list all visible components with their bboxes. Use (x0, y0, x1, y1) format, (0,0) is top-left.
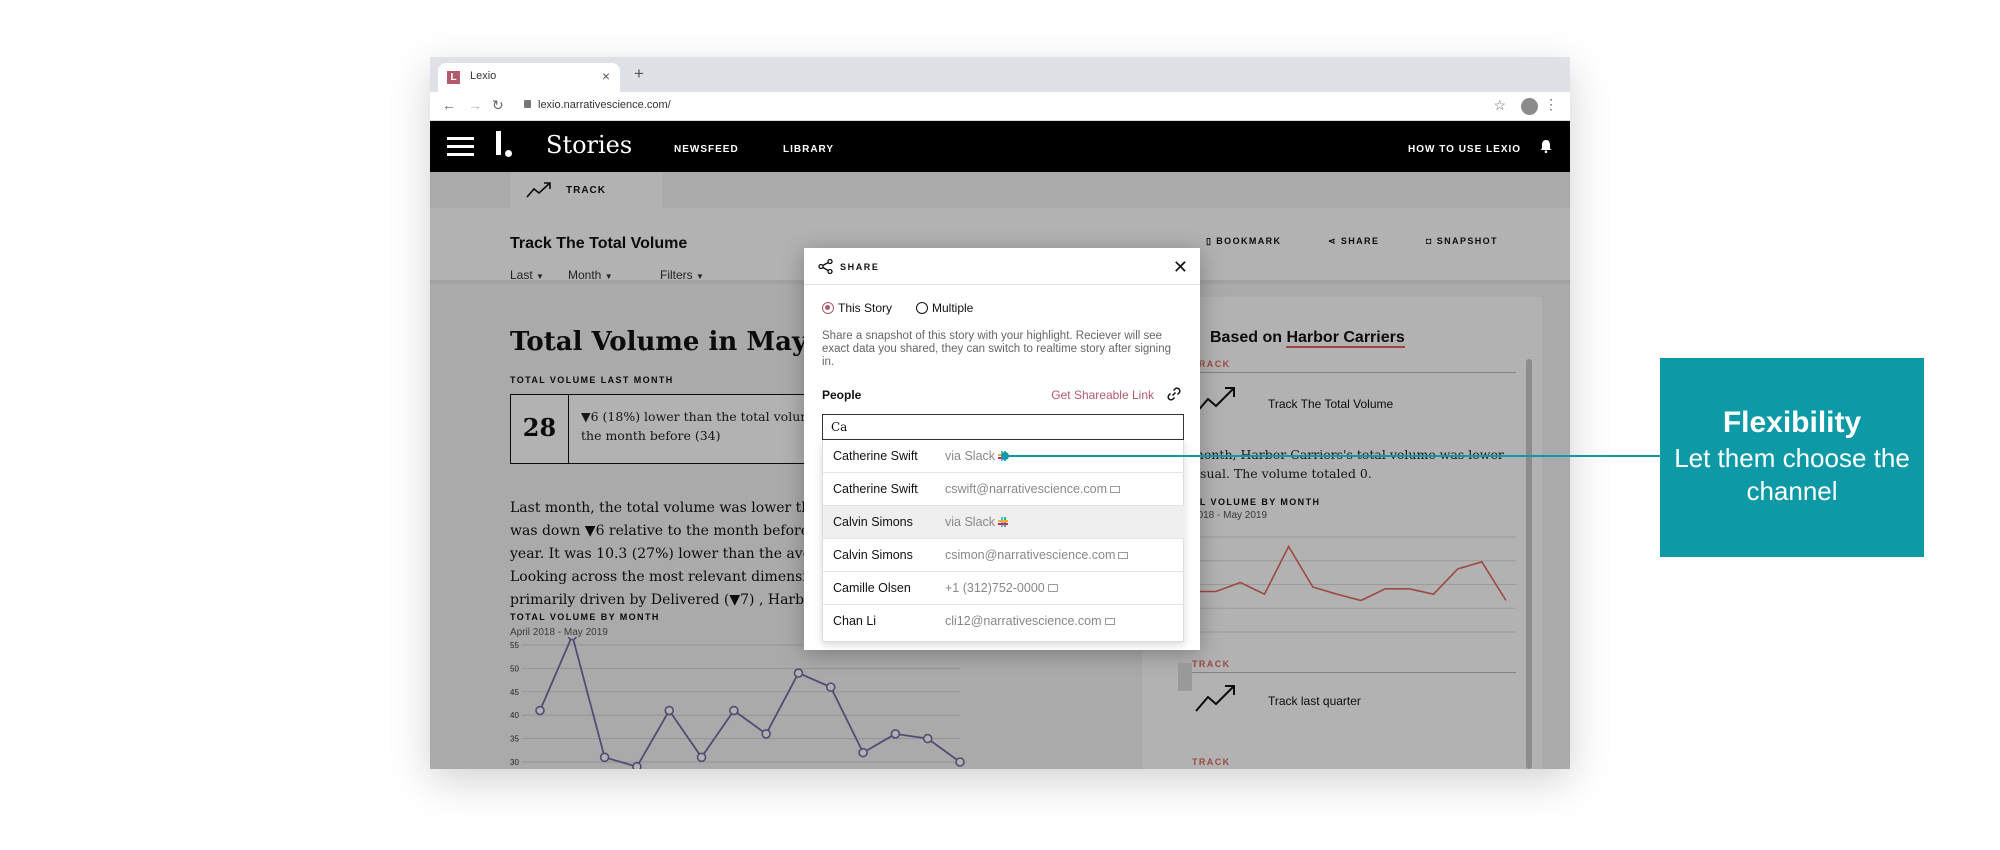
tab-title: Lexio (470, 70, 497, 82)
radio-multiple-label: Multiple (932, 301, 974, 315)
browser-tab[interactable]: L Lexio × (438, 63, 620, 92)
callout-connector-dot (1001, 452, 1009, 460)
annotation-callout: Flexibility Let them choose the channel (1660, 358, 1924, 557)
radio-this-story-label: This Story (838, 301, 893, 315)
mail-icon (1110, 486, 1121, 493)
suggestion-name: Catherine Swift (833, 482, 918, 496)
suggestion-channel-text: +1 (312)752-0000 (945, 581, 1045, 595)
suggestion-row[interactable]: Calvin Simons csimon@narrativescience.co… (823, 539, 1184, 572)
share-description: Share a snapshot of this story with your… (822, 330, 1172, 368)
suggestion-channel: via Slack (945, 449, 1009, 463)
browser-menu-icon[interactable]: ⋮ (1544, 96, 1558, 113)
radio-multiple[interactable]: Multiple (916, 301, 973, 315)
suggestion-name: Chan Li (833, 614, 877, 628)
suggestion-channel: +1 (312)752-0000 (945, 581, 1058, 595)
share-modal-header: SHARE ✕ (804, 248, 1200, 285)
app-title: Stories (546, 131, 633, 159)
radio-unselected-icon (916, 302, 928, 314)
radio-selected-icon (822, 302, 834, 314)
hamburger-menu-icon[interactable] (447, 137, 474, 157)
suggestion-channel-text: via Slack (945, 449, 996, 463)
suggestion-name: Calvin Simons (833, 548, 913, 562)
suggestion-channel: csimon@narrativescience.com (945, 548, 1129, 562)
radio-this-story[interactable]: This Story (822, 301, 892, 315)
suggestion-channel: via Slack (945, 515, 1009, 529)
tab-strip: L Lexio × + (430, 57, 1570, 92)
mail-icon (1118, 552, 1129, 559)
suggestion-name: Calvin Simons (833, 515, 913, 529)
close-icon[interactable]: ✕ (1173, 257, 1188, 278)
people-suggestions-dropdown: Catherine Swift via Slack Catherine Swif… (822, 440, 1184, 642)
suggestion-name: Camille Olsen (833, 581, 911, 595)
suggestion-channel: cli12@narrativescience.com (945, 614, 1115, 628)
close-tab-icon[interactable]: × (602, 68, 610, 84)
nav-newsfeed[interactable]: NEWSFEED (674, 144, 739, 155)
people-label: People (822, 388, 862, 402)
suggestion-channel: cswift@narrativescience.com (945, 482, 1121, 496)
back-icon[interactable]: ← (442, 97, 456, 113)
reload-icon[interactable]: ↻ (492, 97, 504, 114)
profile-avatar[interactable] (1521, 98, 1538, 115)
sms-icon (1047, 584, 1058, 592)
lock-icon (524, 100, 531, 108)
share-icon (818, 259, 833, 274)
suggestion-row[interactable]: Calvin Simons via Slack (823, 506, 1184, 539)
share-modal: SHARE ✕ This Story Multiple Share a snap… (804, 248, 1200, 691)
slack-icon (998, 517, 1009, 527)
forward-icon[interactable]: → (468, 97, 482, 113)
browser-toolbar: ← → ↻ lexio.narrativescience.com/ ☆ ⋮ (430, 92, 1570, 121)
bookmark-star-icon[interactable]: ☆ (1493, 97, 1506, 114)
new-tab-icon[interactable]: + (634, 64, 644, 84)
people-search-input[interactable] (822, 414, 1184, 440)
suggestion-row[interactable]: Camille Olsen +1 (312)752-0000 (823, 572, 1184, 605)
lexio-logo[interactable] (496, 131, 516, 161)
modal-action-button[interactable] (1178, 663, 1192, 691)
suggestion-name: Catherine Swift (833, 449, 918, 463)
link-icon[interactable] (1166, 386, 1182, 402)
browser-window: L Lexio × + ← → ↻ lexio.narrativescience… (430, 57, 1570, 769)
suggestion-channel-text: cli12@narrativescience.com (945, 614, 1102, 628)
nav-how-to-use[interactable]: HOW TO USE LEXIO (1408, 144, 1521, 155)
suggestion-row[interactable]: Chan Li cli12@narrativescience.com (823, 605, 1184, 638)
callout-connector-line (1005, 455, 1660, 457)
callout-title: Flexibility (1722, 406, 1862, 439)
get-shareable-link[interactable]: Get Shareable Link (1051, 388, 1154, 402)
address-bar[interactable]: lexio.narrativescience.com/ (538, 99, 671, 111)
bell-icon[interactable] (1540, 140, 1552, 153)
suggestion-channel-text: csimon@narrativescience.com (945, 548, 1116, 562)
app-header: Stories NEWSFEED LIBRARY HOW TO USE LEXI… (430, 121, 1570, 172)
mail-icon (1104, 618, 1115, 625)
nav-library[interactable]: LIBRARY (783, 144, 834, 155)
suggestion-channel-text: cswift@narrativescience.com (945, 482, 1108, 496)
share-modal-title: SHARE (840, 262, 880, 272)
lexio-favicon-icon: L (447, 71, 460, 84)
callout-subtitle: Let them choose the channel (1674, 443, 1910, 506)
suggestion-row[interactable]: Catherine Swift cswift@narrativescience.… (823, 473, 1184, 506)
suggestion-channel-text: via Slack (945, 515, 996, 529)
